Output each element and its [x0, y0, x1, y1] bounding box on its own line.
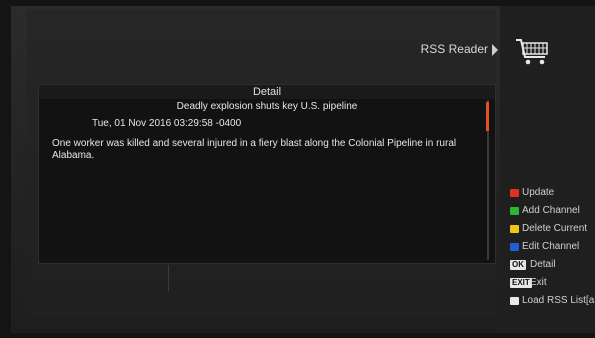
- divider: [168, 265, 169, 291]
- legend-exit-label: Exit: [530, 277, 547, 288]
- legend-detail-label: Detail: [530, 259, 556, 270]
- green-key-icon: [510, 207, 519, 215]
- scrollbar-thumb[interactable]: [486, 102, 489, 131]
- legend-add-channel-label: Add Channel: [522, 205, 580, 216]
- article-title: Deadly explosion shuts key U.S. pipeline: [176, 101, 358, 112]
- yellow-key-icon: [510, 225, 519, 233]
- detail-header: Detail: [39, 85, 495, 99]
- legend-delete-current-label: Delete Current: [522, 223, 588, 234]
- legend-load-rss-list-label: Load RSS List[a: [522, 295, 595, 306]
- article-date: Tue, 01 Nov 2016 03:29:58 -0400: [92, 118, 242, 129]
- exit-key-icon: EXIT: [510, 278, 532, 288]
- blue-key-icon: [510, 243, 519, 251]
- legend-update-label: Update: [522, 187, 555, 198]
- ok-key-icon: OK: [510, 260, 526, 270]
- shopping-cart-icon: [516, 39, 548, 65]
- app-title: RSS Reader: [420, 42, 488, 56]
- legend-edit-channel-label: Edit Channel: [522, 241, 580, 252]
- title-arrow-icon: [492, 44, 498, 56]
- white-key-icon: [510, 297, 519, 305]
- article-body: One worker was killed and several injure…: [52, 138, 457, 161]
- detail-box: Detail Deadly explosion shuts key U.S. p…: [38, 84, 496, 264]
- red-key-icon: [510, 189, 519, 197]
